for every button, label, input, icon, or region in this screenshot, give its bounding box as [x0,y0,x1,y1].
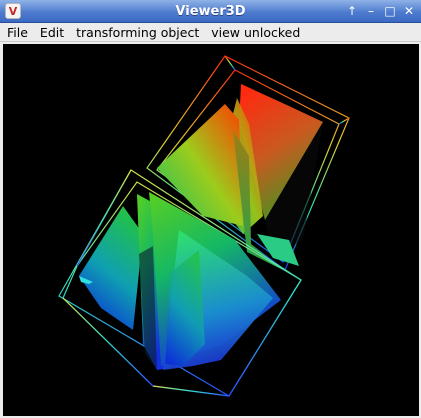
3d-viewport-canvas[interactable] [3,44,419,416]
menu-file[interactable]: File [0,23,33,42]
window-controls: ↑ – □ ✕ [344,3,417,20]
3d-scene [58,55,350,397]
menu-transforming-object[interactable]: transforming object [69,23,204,42]
minimize-icon[interactable]: – [363,3,379,19]
viewer3d-window: V Viewer3D ↑ – □ ✕ File Edit transformin… [0,0,421,418]
up-arrow-icon[interactable]: ↑ [344,3,360,19]
menu-edit[interactable]: Edit [33,23,69,42]
menu-bar: File Edit transforming object view unloc… [0,23,421,42]
menu-view-unlocked[interactable]: view unlocked [204,23,305,42]
title-bar[interactable]: V Viewer3D ↑ – □ ✕ [0,0,421,23]
maximize-icon[interactable]: □ [382,3,398,19]
close-icon[interactable]: ✕ [401,3,417,19]
